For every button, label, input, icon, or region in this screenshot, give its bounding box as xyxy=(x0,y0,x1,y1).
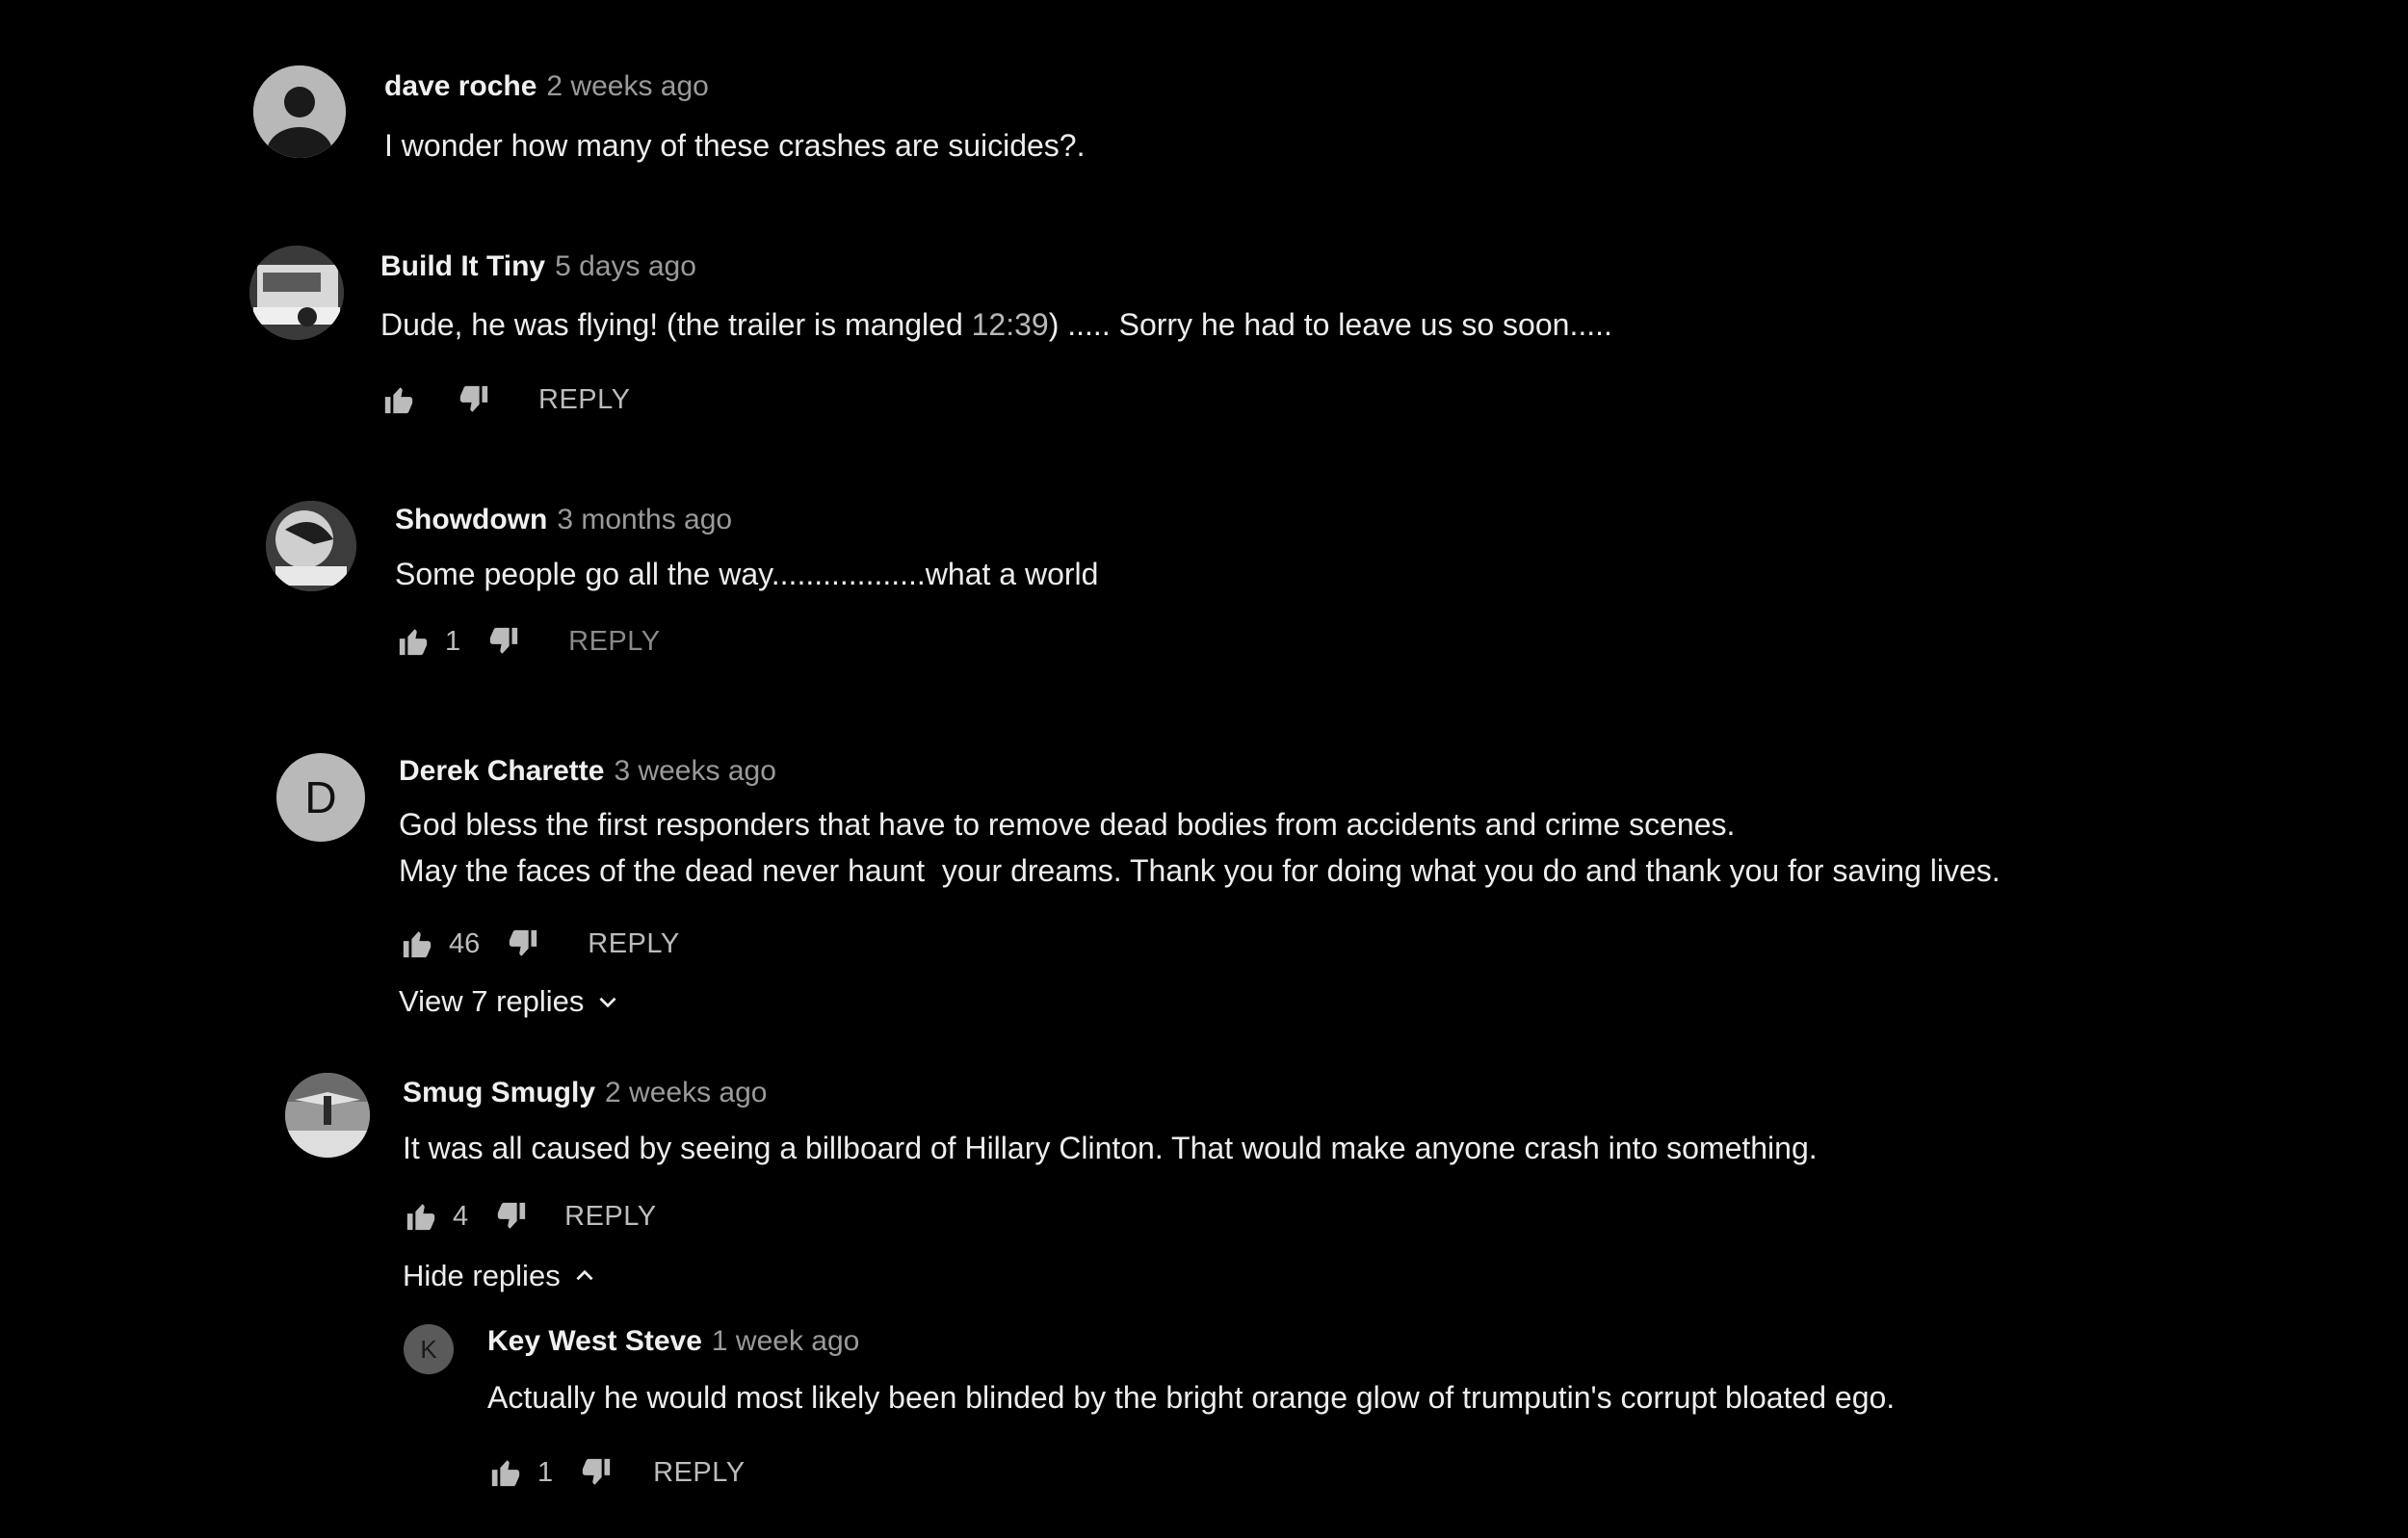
author-name[interactable]: Showdown xyxy=(395,504,547,535)
dislike-button[interactable] xyxy=(493,1198,530,1235)
like-button[interactable] xyxy=(487,1454,524,1491)
dislike-button[interactable] xyxy=(578,1454,615,1491)
thumb-up-icon xyxy=(403,931,432,958)
thumb-up-icon xyxy=(399,629,428,656)
channel-avatar-icon xyxy=(249,246,344,340)
dislike-button[interactable] xyxy=(485,623,522,660)
avatar[interactable] xyxy=(266,501,356,591)
comment-header: dave roche 2 weeks ago xyxy=(384,69,709,104)
author-name[interactable]: Smug Smugly xyxy=(403,1077,595,1108)
comment-text-part: ) ..... Sorry he had to leave us so soon… xyxy=(1048,307,1612,342)
comment-text-line: God bless the first responders that have… xyxy=(399,807,1736,842)
comment-time[interactable]: 5 days ago xyxy=(555,250,696,282)
hide-replies-button[interactable]: Hide replies xyxy=(403,1259,597,1293)
thumb-up-icon xyxy=(491,1460,520,1487)
avatar[interactable]: D xyxy=(276,753,365,842)
comment-thread: Showdown 3 months ago Some people go all … xyxy=(0,482,2408,674)
like-button[interactable] xyxy=(395,623,432,660)
comment-actions: 46 REPLY xyxy=(399,925,680,963)
comment-text: Dude, he was flying! (the trailer is man… xyxy=(380,301,1612,348)
avatar[interactable]: K xyxy=(404,1324,454,1374)
comment-header: Key West Steve 1 week ago xyxy=(487,1324,859,1359)
thumb-down-icon xyxy=(582,1458,611,1485)
reply-button[interactable]: REPLY xyxy=(568,626,660,658)
author-name[interactable]: dave roche xyxy=(384,70,537,102)
reply-button[interactable]: REPLY xyxy=(653,1457,745,1489)
channel-avatar-icon xyxy=(285,1073,370,1158)
thumb-down-icon xyxy=(459,385,488,412)
reply-button[interactable]: REPLY xyxy=(538,384,630,416)
chevron-down-icon xyxy=(599,997,616,1008)
view-replies-label: View 7 replies xyxy=(399,984,585,1018)
comment-header: Derek Charette 3 weeks ago xyxy=(399,754,776,789)
comment-text: I wonder how many of these crashes are s… xyxy=(384,128,1086,163)
comment-time[interactable]: 2 weeks ago xyxy=(546,70,708,102)
reply-button[interactable]: REPLY xyxy=(588,928,679,960)
comment-text: God bless the first responders that have… xyxy=(399,801,2001,894)
author-name[interactable]: Key West Steve xyxy=(487,1325,702,1357)
view-replies-button[interactable]: View 7 replies xyxy=(399,984,620,1019)
avatar[interactable] xyxy=(253,65,346,158)
thumb-up-icon xyxy=(406,1204,435,1231)
like-button[interactable] xyxy=(380,381,417,418)
reply-button[interactable]: REPLY xyxy=(564,1201,656,1233)
comment-thread: dave roche 2 weeks ago I wonder how many … xyxy=(0,0,2408,173)
comment-header: Build It Tiny 5 days ago xyxy=(380,249,696,284)
like-count: 1 xyxy=(537,1456,554,1488)
like-button[interactable] xyxy=(403,1198,439,1235)
dislike-button[interactable] xyxy=(456,381,492,418)
comment-thread: Build It Tiny 5 days ago Dude, he was fly… xyxy=(0,231,2408,424)
comment-time[interactable]: 1 week ago xyxy=(712,1325,859,1357)
avatar-letter: D xyxy=(304,772,337,822)
avatar[interactable] xyxy=(285,1073,370,1158)
avatar[interactable] xyxy=(249,246,344,340)
like-count: 46 xyxy=(449,927,481,959)
comment-text-line: May the faces of the dead never haunt yo… xyxy=(399,853,2001,888)
comment-actions: 1 REPLY xyxy=(487,1453,746,1492)
thumb-down-icon xyxy=(497,1202,526,1229)
comment-actions: 4 REPLY xyxy=(403,1197,657,1236)
comment-text: It was all caused by seeing a billboard … xyxy=(403,1131,1818,1165)
comment-time[interactable]: 3 weeks ago xyxy=(614,755,775,787)
comment-thread: D Derek Charette 3 weeks ago God bless th… xyxy=(0,732,2408,1040)
channel-avatar-icon xyxy=(266,501,356,591)
thumb-down-icon xyxy=(489,627,518,654)
like-count: 4 xyxy=(453,1200,469,1232)
thumb-up-icon xyxy=(384,387,413,414)
author-name[interactable]: Build It Tiny xyxy=(380,250,545,282)
comment-actions: 1 REPLY xyxy=(395,622,661,661)
comment-thread: Smug Smugly 2 weeks ago It was all caused… xyxy=(0,1059,2408,1488)
thumb-down-icon xyxy=(510,929,537,956)
comment-actions: REPLY xyxy=(380,380,630,419)
default-user-icon xyxy=(253,65,346,158)
comment-text: Actually he would most likely been blind… xyxy=(487,1380,1896,1415)
comment-time[interactable]: 3 months ago xyxy=(557,504,732,535)
comment-text: Some people go all the way..............… xyxy=(395,557,1099,591)
comment-text-part: Dude, he was flying! (the trailer is man… xyxy=(380,307,972,342)
chevron-up-icon xyxy=(576,1269,593,1281)
avatar-letter: K xyxy=(420,1334,437,1364)
like-button[interactable] xyxy=(399,925,435,962)
comment-header: Showdown 3 months ago xyxy=(395,503,732,537)
dislike-button[interactable] xyxy=(505,925,541,962)
comment-header: Smug Smugly 2 weeks ago xyxy=(403,1076,767,1110)
hide-replies-label: Hide replies xyxy=(403,1259,561,1292)
reply-comment: K Key West Steve 1 week ago Actually he w… xyxy=(0,1315,2408,1488)
comment-time[interactable]: 2 weeks ago xyxy=(605,1077,767,1108)
timestamp-link[interactable]: 12:39 xyxy=(972,307,1049,342)
like-count: 1 xyxy=(445,625,461,657)
author-name[interactable]: Derek Charette xyxy=(399,755,604,787)
